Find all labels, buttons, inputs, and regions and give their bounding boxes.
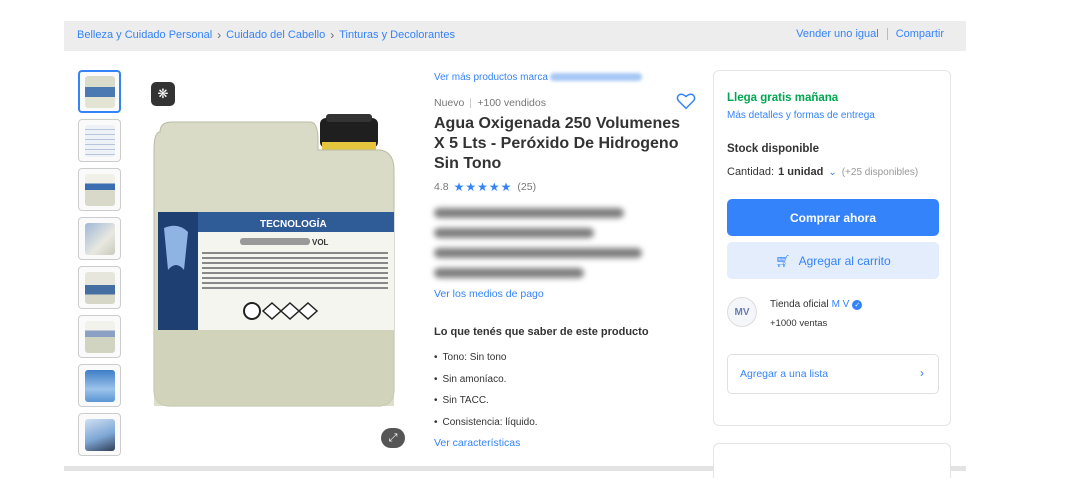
store-link[interactable]: M V <box>832 299 850 310</box>
price-redacted <box>434 208 694 278</box>
bullet-icon: • <box>434 373 438 385</box>
redacted-line <box>434 268 584 278</box>
breadcrumb-item[interactable]: Belleza y Cuidado Personal <box>77 29 212 41</box>
review-count: (25) <box>517 181 537 193</box>
available-count: (+25 disponibles) <box>841 166 919 178</box>
quantity-label: Cantidad: <box>727 166 775 178</box>
redacted-line <box>434 208 624 218</box>
store-logo[interactable]: MV <box>727 297 757 327</box>
payment-methods-link[interactable]: Ver los medios de pago <box>434 288 694 300</box>
condition: Nuevo <box>434 97 465 109</box>
verified-icon: ✓ <box>852 299 863 310</box>
rating[interactable]: 4.8 ★★★★★ (25) <box>434 180 694 194</box>
buy-box: Llega gratis mañana Más detalles y forma… <box>713 70 951 426</box>
product-title: Agua Oxigenada 250 Volumenes X 5 Lts - P… <box>434 115 681 172</box>
rating-value: 4.8 <box>434 181 449 193</box>
share-link[interactable]: Compartir <box>896 28 944 40</box>
sell-similar-link[interactable]: Vender uno igual <box>796 28 879 40</box>
feature-item: • Sin amoníaco. <box>434 369 694 391</box>
buy-now-button[interactable]: Comprar ahora <box>727 199 939 236</box>
thumbnail[interactable] <box>78 70 121 113</box>
chevron-down-icon: ⌄ <box>828 166 837 178</box>
rotate-360-icon[interactable]: ❋ <box>151 82 175 106</box>
store-name: Tienda oficial M V ✓ <box>770 299 863 310</box>
features-heading: Lo que tenés que saber de este producto <box>434 326 649 338</box>
feature-list: • Tono: Sin tono • Sin amoníaco. • Sin TACC… <box>434 347 694 433</box>
svg-text:TECNOLOGÍA: TECNOLOGÍA <box>260 217 327 230</box>
feature-text: Sin TACC. <box>442 395 489 407</box>
quantity-selector[interactable]: Cantidad: 1 unidad ⌄ (+25 disponibles) <box>727 166 918 178</box>
feature-text: Tono: Sin tono <box>442 352 507 364</box>
thumbnail[interactable] <box>78 364 121 407</box>
thumbnail[interactable] <box>78 168 121 211</box>
thumbnail[interactable] <box>78 315 121 358</box>
product-image: TECNOLOGÍA VOL <box>153 114 395 407</box>
add-to-list-button[interactable]: Agregar a una lista › <box>727 354 939 394</box>
star-rating-icon: ★★★★★ <box>453 180 513 194</box>
chevron-right-icon: › <box>330 28 335 42</box>
product-info: Ver más productos marca Nuevo +100 vendi… <box>434 70 696 449</box>
product-page: Belleza y Cuidado Personal › Cuidado del… <box>0 0 1085 478</box>
divider <box>886 28 888 40</box>
breadcrumb-item[interactable]: Cuidado del Cabello <box>226 29 325 41</box>
add-to-cart-button[interactable]: 🛒︎ Agregar al carrito <box>727 242 939 279</box>
store-sales: +1000 ventas <box>770 318 828 329</box>
breadcrumb: Belleza y Cuidado Personal › Cuidado del… <box>77 28 455 42</box>
add-to-cart-label: Agregar al carrito <box>798 253 891 268</box>
secondary-box <box>713 443 951 478</box>
feature-text: Sin amoníaco. <box>442 373 507 385</box>
breadcrumb-item[interactable]: Tinturas y Decolorantes <box>339 29 455 41</box>
sold-count: +100 vendidos <box>477 97 546 109</box>
store-prefix: Tienda oficial <box>770 299 829 310</box>
shipping-info: Llega gratis mañana <box>727 92 839 104</box>
breadcrumb-actions: Vender uno igual Compartir <box>796 28 944 40</box>
quantity-value: 1 unidad <box>778 166 824 178</box>
redacted-line <box>434 228 594 238</box>
cart-icon: 🛒︎ <box>775 253 791 268</box>
feature-text: Consistencia: líquido. <box>442 416 538 428</box>
label-text: VOL <box>312 238 329 247</box>
chevron-right-icon: › <box>217 28 222 42</box>
thumbnail[interactable] <box>78 119 121 162</box>
divider <box>470 98 472 108</box>
breadcrumb-bar: Belleza y Cuidado Personal › Cuidado del… <box>64 21 966 51</box>
thumbnail[interactable] <box>78 413 121 456</box>
expand-icon[interactable]: ⤢ <box>381 428 405 448</box>
product-meta: Nuevo +100 vendidos <box>434 97 694 109</box>
bullet-icon: • <box>434 352 438 364</box>
chevron-right-icon: › <box>920 366 924 380</box>
feature-item: • Consistencia: líquido. <box>434 412 694 434</box>
characteristics-link[interactable]: Ver características <box>434 437 694 449</box>
feature-item: • Tono: Sin tono <box>434 347 694 369</box>
bullet-icon: • <box>434 416 438 428</box>
add-to-list-label: Agregar a una lista <box>740 368 829 380</box>
thumbnail-list <box>78 70 122 462</box>
bullet-icon: • <box>434 395 438 407</box>
brand-link-label[interactable]: Ver más productos marca <box>434 72 548 83</box>
stock-status: Stock disponible <box>727 143 820 155</box>
thumbnail[interactable] <box>78 266 121 309</box>
heart-icon[interactable] <box>676 92 696 110</box>
shipping-details-link[interactable]: Más detalles y formas de entrega <box>727 110 875 121</box>
thumbnail[interactable] <box>78 217 121 260</box>
redacted-line <box>434 248 642 258</box>
feature-item: • Sin TACC. <box>434 390 694 412</box>
brand-name-redacted <box>549 73 642 81</box>
brand-link[interactable]: Ver más productos marca <box>434 70 694 84</box>
